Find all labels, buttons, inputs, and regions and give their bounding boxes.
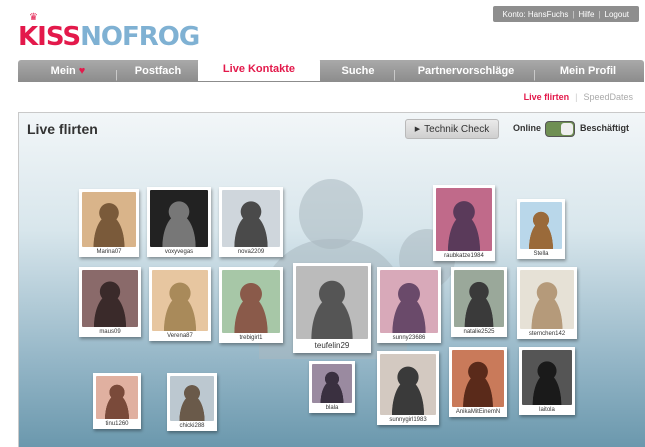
user-name: AnikaMitEinemN	[455, 409, 501, 415]
logout-link[interactable]: Logout	[601, 10, 633, 19]
user-photo	[312, 364, 352, 403]
user-card[interactable]: sunny23686	[377, 267, 441, 343]
user-name: tinu1260	[105, 421, 129, 427]
user-name: sunnygirl1983	[389, 417, 427, 423]
user-card[interactable]: natalie2525	[451, 267, 507, 337]
user-name: Verena87	[167, 333, 193, 339]
tab-suche[interactable]: Suche |	[320, 65, 396, 81]
user-name: chicki288	[179, 423, 205, 429]
user-card[interactable]: trebigirl1	[219, 267, 283, 343]
user-photo	[82, 192, 136, 247]
user-card[interactable]: Stella	[517, 199, 565, 259]
user-card[interactable]: AnikaMitEinemN	[449, 347, 507, 417]
sub-nav: Live flirten | SpeedDates	[523, 92, 633, 102]
user-name: Stella	[533, 251, 549, 257]
tab-mein[interactable]: Mein ♥ |	[18, 65, 118, 81]
user-card[interactable]: blala	[309, 361, 355, 413]
user-photo	[152, 270, 208, 331]
tab-label: Postfach	[134, 65, 182, 77]
account-name[interactable]: Konto: HansFuchs	[499, 10, 573, 19]
tab-label: Suche	[341, 65, 375, 77]
user-card[interactable]: nova2209	[219, 187, 283, 257]
busy-label: Beschäftigt	[580, 123, 630, 133]
user-name: laitola	[539, 407, 555, 413]
user-photo	[380, 270, 438, 333]
play-icon: ▶	[414, 126, 421, 133]
user-card[interactable]: sunnygirl1983	[377, 351, 439, 425]
user-photo	[452, 350, 504, 407]
subnav-live-flirten[interactable]: Live flirten	[524, 92, 570, 102]
user-card[interactable]: maus09	[79, 267, 141, 337]
live-flirten-panel: Live flirten ▶ Technik Check Online Besch…	[18, 112, 645, 447]
user-photo	[454, 270, 504, 327]
user-photo	[222, 270, 280, 333]
user-name: Marina07	[96, 249, 122, 255]
heart-icon: ♥	[78, 65, 86, 77]
tab-postfach[interactable]: Postfach	[118, 65, 198, 77]
user-name: maus09	[99, 329, 121, 335]
user-photo	[520, 270, 574, 329]
user-photo	[96, 376, 138, 419]
user-card[interactable]: laitola	[519, 347, 575, 415]
user-name: sunny23686	[392, 335, 426, 341]
user-photo	[222, 190, 280, 247]
user-name: raubkatze1984	[444, 253, 484, 259]
user-name: voxyvegas	[164, 249, 194, 255]
user-card[interactable]: sternchen142	[517, 267, 577, 339]
user-card[interactable]: teufelin29	[293, 263, 371, 353]
user-photo	[436, 188, 492, 251]
user-card[interactable]: raubkatze1984	[433, 185, 495, 261]
user-photo	[82, 270, 138, 327]
tab-label: Mein Profil	[559, 65, 617, 77]
user-photo	[380, 354, 436, 415]
user-name: blala	[325, 405, 339, 411]
crown-icon: ♛	[29, 12, 38, 23]
user-name: trebigirl1	[239, 335, 263, 341]
tab-mein-profil[interactable]: Mein Profil	[536, 65, 640, 77]
user-photo	[170, 376, 214, 421]
logo-kiss: KISS	[18, 22, 81, 52]
user-name: natalie2525	[463, 329, 495, 335]
tab-partnervorschlaege[interactable]: Partnervorschläge |	[396, 65, 536, 81]
toggle-knob	[561, 123, 573, 135]
user-photo	[522, 350, 572, 405]
user-photo	[520, 202, 562, 249]
online-label: Online	[513, 123, 542, 133]
technik-check-button[interactable]: ▶ Technik Check	[405, 119, 499, 139]
user-card[interactable]: voxyvegas	[147, 187, 211, 257]
logo[interactable]: ♛ KISS NOFROG	[18, 12, 200, 52]
tab-label: Live Kontakte	[222, 63, 296, 75]
user-card[interactable]: chicki288	[167, 373, 217, 431]
user-name: nova2209	[237, 249, 265, 255]
tab-label: Partnervorschläge	[417, 65, 515, 77]
user-name: teufelin29	[314, 341, 350, 350]
user-card[interactable]: Verena87	[149, 267, 211, 341]
user-photo	[150, 190, 208, 247]
help-link[interactable]: Hilfe	[574, 10, 598, 19]
main-nav: Mein ♥ | Postfach Live Kontakte Suche | Pa…	[18, 57, 644, 82]
subnav-speeddates[interactable]: SpeedDates	[583, 92, 633, 102]
panel-title: Live flirten	[27, 121, 98, 137]
tab-label: Mein	[50, 65, 76, 77]
logo-nofrog: NOFROG	[80, 22, 200, 52]
user-photo	[296, 266, 368, 339]
account-bar: Konto: HansFuchs | Hilfe | Logout	[492, 6, 639, 22]
user-card[interactable]: tinu1260	[93, 373, 141, 429]
technik-label: Technik Check	[424, 123, 490, 135]
status-toggle[interactable]	[545, 121, 575, 137]
user-card[interactable]: Marina07	[79, 189, 139, 257]
user-name: sternchen142	[528, 331, 566, 337]
tab-live-kontakte[interactable]: Live Kontakte	[198, 57, 320, 81]
